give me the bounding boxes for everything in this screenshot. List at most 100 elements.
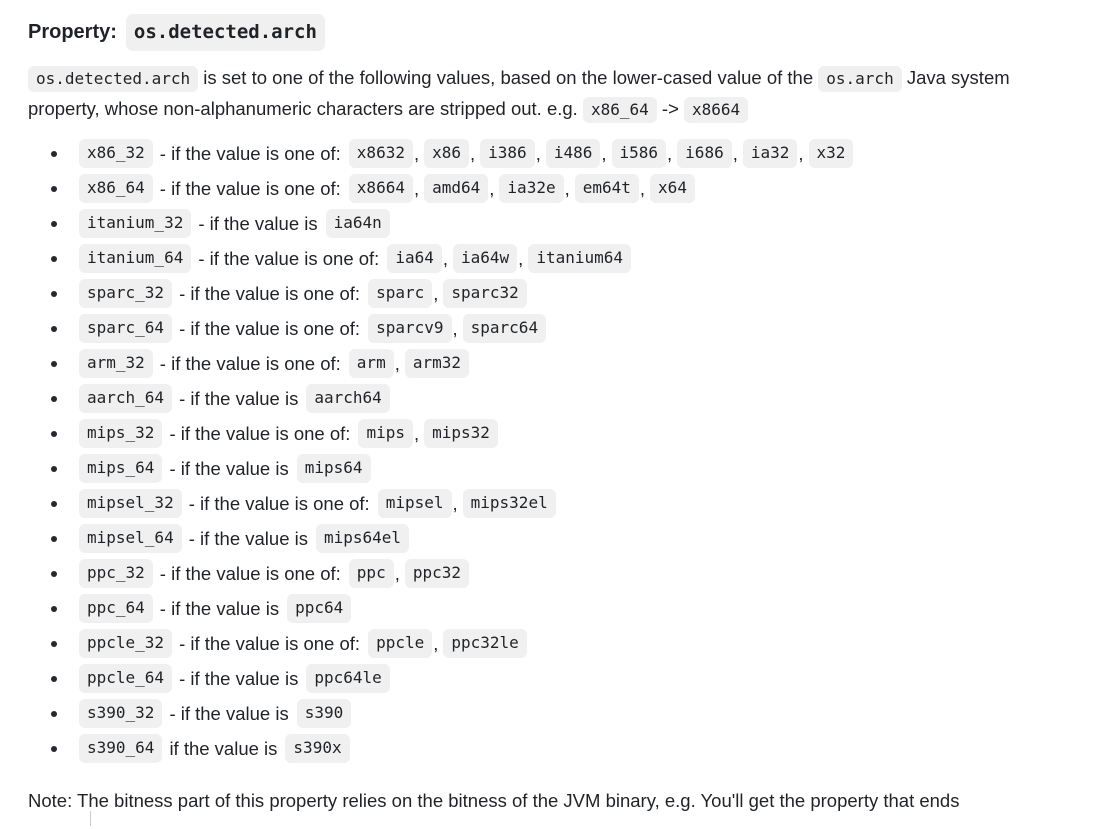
list-item: s390_32 - if the value is s390 [50, 696, 1077, 731]
arch-value-code: i686 [677, 139, 732, 168]
value-separator: , [413, 177, 420, 199]
arch-name-code: mips_32 [79, 419, 163, 448]
arch-name-code: ppc_32 [79, 559, 153, 588]
list-item: s390_64 if the value is s390x [50, 731, 1077, 766]
list-item: ppc_64 - if the value is ppc64 [50, 591, 1077, 626]
arch-name-code: sparc_32 [79, 279, 173, 308]
arch-value-code: i386 [480, 139, 535, 168]
value-separator: , [394, 562, 400, 584]
list-item: sparc_32 - if the value is one of: sparc, s… [50, 276, 1077, 311]
value-separator: , [442, 247, 448, 269]
arch-value-code: em64t [574, 174, 639, 203]
arch-condition-text: - if the value is one of: [179, 317, 361, 339]
page-title: Property: os.detected.arch [28, 14, 1077, 51]
value-separator: , [452, 317, 458, 339]
arch-value-code: i586 [611, 139, 667, 168]
arch-value-code: aarch64 [306, 384, 390, 413]
arch-condition-text: - if the value is one of: [159, 562, 341, 584]
arch-name-code: ppc_64 [79, 594, 153, 623]
arch-name-code: itanium_64 [79, 244, 192, 273]
arch-value-code: arm [348, 349, 394, 378]
arch-name-code: x86_64 [79, 174, 153, 203]
arch-name-code: itanium_32 [79, 209, 192, 238]
intro-arrow: -> [661, 98, 679, 119]
value-separator: , [489, 177, 495, 199]
arch-condition-text: - if the value is one of: [179, 282, 361, 304]
arch-name-code: arm_32 [79, 349, 153, 378]
arch-condition-text: - if the value is [198, 212, 318, 234]
arch-condition-text: - if the value is [179, 387, 299, 409]
value-separator: , [601, 142, 607, 164]
arch-name-code: ppcle_32 [79, 629, 173, 658]
value-separator: , [639, 177, 646, 199]
arch-condition-text: - if the value is one of: [198, 247, 380, 269]
arch-value-code: mipsel [377, 489, 452, 518]
intro-text-1: is set to one of the following values, b… [203, 67, 814, 88]
list-item: ppcle_32 - if the value is one of: ppcle, p… [50, 626, 1077, 661]
arch-value-code: ppcle [368, 629, 433, 658]
arch-condition-text: - if the value is one of: [159, 177, 341, 199]
property-name-code: os.detected.arch [125, 14, 325, 51]
arch-value-code: ppc64 [287, 594, 352, 623]
arch-condition-text: if the value is [169, 737, 278, 759]
value-separator: , [413, 422, 420, 444]
text-cursor-caret [90, 811, 91, 826]
arch-value-code: s390 [296, 699, 352, 728]
list-item: ppcle_64 - if the value is ppc64le [50, 661, 1077, 696]
value-separator: , [394, 352, 400, 374]
arch-condition-text: - if the value is one of: [179, 632, 361, 654]
property-documentation-page: Property: os.detected.arch os.detected.a… [0, 0, 1103, 829]
arch-value-code: sparcv9 [368, 314, 452, 343]
arch-condition-text: - if the value is one of: [188, 492, 370, 514]
list-item: aarch_64 - if the value is aarch64 [50, 381, 1077, 416]
arch-name-code: mips_64 [79, 454, 163, 483]
arch-value-code: s390x [285, 734, 350, 763]
arch-value-code: ppc64le [306, 664, 390, 693]
arch-value-code: mips64 [296, 454, 371, 483]
arch-condition-text: - if the value is one of: [169, 422, 351, 444]
arch-name-code: sparc_64 [79, 314, 173, 343]
arch-value-code: ia32 [742, 139, 798, 168]
intro-code-x86-64: x86_64 [582, 97, 657, 123]
value-separator: , [564, 177, 570, 199]
value-separator: , [433, 282, 439, 304]
arch-condition-text: - if the value is [169, 457, 289, 479]
arch-name-code: aarch_64 [79, 384, 173, 413]
value-separator: , [798, 142, 804, 164]
arch-value-code: mips64el [315, 524, 410, 553]
arch-name-code: ppcle_64 [79, 664, 173, 693]
value-separator: , [413, 142, 420, 164]
arch-value-code: mips [358, 419, 413, 448]
value-separator: , [732, 142, 738, 164]
arch-value-code: amd64 [424, 174, 489, 203]
arch-value-code: x86 [424, 139, 470, 168]
arch-value-code: ppc [348, 559, 394, 588]
intro-code-os-detected-arch: os.detected.arch [28, 66, 199, 92]
arch-value-code: i486 [545, 139, 601, 168]
list-item: sparc_64 - if the value is one of: sparcv9… [50, 311, 1077, 346]
list-item: mipsel_64 - if the value is mips64el [50, 521, 1077, 556]
arch-name-code: mipsel_64 [79, 524, 182, 553]
list-item: mips_32 - if the value is one of: mips, mip… [50, 416, 1077, 451]
arch-value-code: x8664 [348, 174, 413, 203]
value-separator: , [470, 142, 476, 164]
value-separator: , [518, 247, 524, 269]
arch-value-code: ia64 [387, 244, 442, 273]
arch-value-code: mips32 [424, 419, 498, 448]
bitness-note: Note: The bitness part of this property … [28, 790, 960, 811]
value-separator: , [433, 632, 439, 654]
value-separator: , [535, 142, 541, 164]
arch-value-code: x64 [650, 174, 695, 203]
arch-value-code: x8632 [348, 139, 413, 168]
arch-name-code: s390_64 [79, 734, 163, 763]
arch-value-code: ppc32le [443, 629, 527, 658]
arch-value-code: sparc32 [443, 279, 527, 308]
intro-paragraph: os.detected.arch is set to one of the fo… [28, 63, 1077, 125]
arch-value-code: ia64w [453, 244, 518, 273]
value-separator: , [452, 492, 458, 514]
arch-name-code: s390_32 [79, 699, 163, 728]
arch-condition-text: - if the value is [169, 702, 289, 724]
list-item: itanium_64 - if the value is one of: ia64,… [50, 241, 1077, 276]
arch-name-code: x86_32 [79, 139, 153, 168]
arch-value-code: x32 [808, 139, 854, 168]
